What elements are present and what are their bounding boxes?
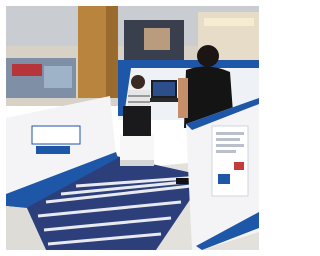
child-head [131, 75, 145, 89]
child-backpack [123, 106, 151, 136]
back-panel-blue-band [118, 60, 259, 68]
info-sign-blue-badge [218, 174, 230, 184]
info-sign-red-badge [234, 162, 244, 170]
red-shop-sign [12, 64, 42, 76]
photo-frame [0, 0, 265, 256]
storefront-lights [204, 18, 254, 26]
shop-window [44, 66, 72, 88]
wood-pillar-shade [106, 6, 118, 98]
mall-booth-photo [6, 6, 259, 250]
left-wall-icons [36, 146, 70, 154]
adult-shoe [176, 178, 190, 184]
adult-arm [178, 78, 188, 118]
adult-head [197, 45, 219, 67]
monitor-screen [153, 82, 175, 96]
poster-highlight [144, 28, 170, 50]
left-wall-logo [31, 125, 81, 145]
info-sign-board [211, 125, 249, 197]
stool-shadow [120, 160, 154, 166]
